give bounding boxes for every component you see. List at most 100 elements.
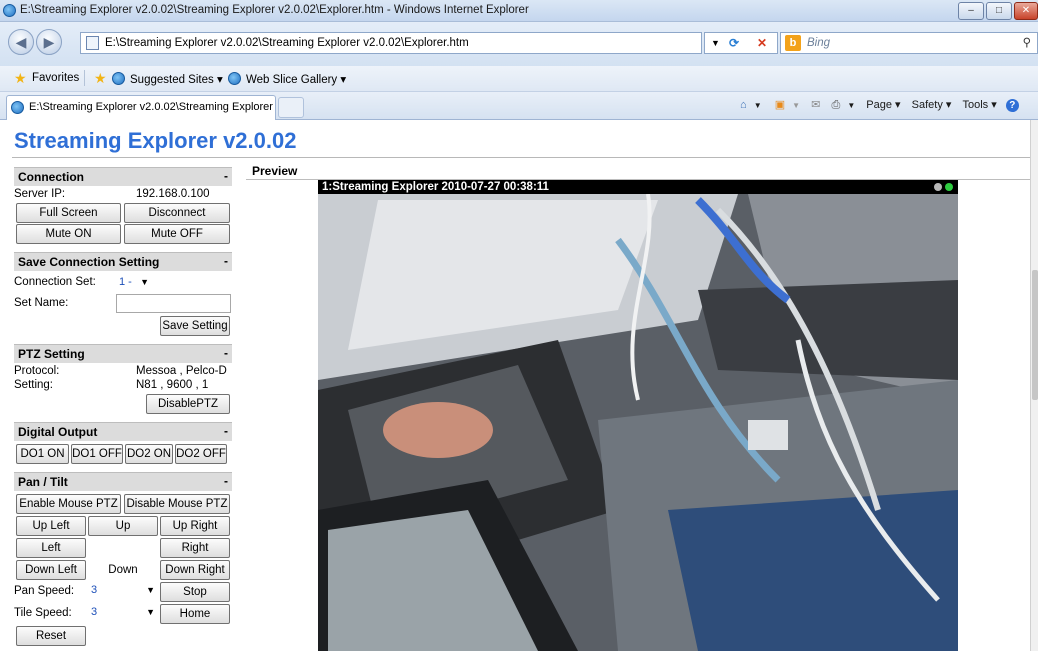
bing-logo-icon: b [785,35,801,51]
set-name-input[interactable] [116,294,231,313]
search-placeholder: Bing [807,37,831,49]
feeds-dropdown-icon[interactable]: ▼ [792,101,800,110]
mute-on-button[interactable]: Mute ON [16,224,121,244]
set-name-label: Set Name: [14,297,69,309]
left-button[interactable]: Left [16,538,86,558]
down-left-button[interactable]: Down Left [16,560,86,580]
minimize-button[interactable]: – [958,2,984,20]
disable-ptz-button[interactable]: DisablePTZ [146,394,230,414]
close-button[interactable]: ✕ [1014,2,1038,20]
server-ip-label: Server IP: [14,188,66,200]
save-connection-section-header: Save Connection Setting - [14,252,232,271]
camera-frame-image [318,180,958,651]
refresh-icon[interactable]: ⟳ [729,33,739,53]
favorites-bar: ★ Favorites ★ Suggested Sites ▾ Web Slic… [0,66,1038,92]
connection-set-value: 1 - [119,276,132,288]
section-title: Pan / Tilt [18,475,68,489]
collapse-button[interactable]: - [224,474,228,488]
collapse-button[interactable]: - [224,346,228,360]
video-caption-bar: 1:Streaming Explorer 2010-07-27 00:38:11 [318,180,958,194]
help-icon[interactable]: ? [1005,99,1019,112]
add-favorite-icon[interactable]: ★ [94,70,107,87]
video-caption: 1:Streaming Explorer 2010-07-27 00:38:11 [322,181,549,193]
search-box[interactable]: b Bing ⚲ [780,32,1038,54]
section-title: PTZ Setting [18,347,85,361]
setting-label: Setting: [14,379,53,391]
home-button[interactable]: Home [160,604,230,624]
web-slice-icon [228,72,241,85]
status-green-icon [945,183,953,191]
reset-button[interactable]: Reset [16,626,86,646]
mute-off-button[interactable]: Mute OFF [124,224,230,244]
mail-icon[interactable]: ✉ [811,99,820,111]
connection-set-select[interactable]: 1 - ▼ [116,275,152,292]
page-scrollbar[interactable] [1030,120,1038,651]
right-button[interactable]: Right [160,538,230,558]
favorites-star-icon: ★ [14,70,27,86]
suggested-sites-link[interactable]: Suggested Sites ▾ [130,72,223,86]
section-title: Save Connection Setting [18,255,160,269]
down-right-button[interactable]: Down Right [160,560,230,580]
tilt-speed-value: 3 [91,606,98,618]
pan-speed-select[interactable]: 3 ▼ [88,583,158,600]
collapse-button[interactable]: - [224,254,228,268]
do1-off-button[interactable]: DO1 OFF [71,444,123,464]
connection-section-header: Connection - [14,167,232,186]
home-dropdown-icon[interactable]: ▼ [754,101,762,110]
digital-output-section-header: Digital Output - [14,422,232,441]
browser-tab[interactable]: E:\Streaming Explorer v2.0.02\Streaming … [6,95,276,120]
tools-menu[interactable]: Tools ▾ [962,99,996,111]
forward-button[interactable]: ▶ [36,29,62,55]
suggested-sites-icon [112,72,125,85]
app-title: Streaming Explorer v2.0.02 [14,128,297,153]
maximize-button[interactable]: □ [986,2,1012,20]
scrollbar-thumb[interactable] [1032,270,1038,400]
print-dropdown-icon[interactable]: ▼ [847,101,855,110]
print-icon[interactable]: ⎙ [831,99,840,111]
section-title: Connection [18,170,84,184]
address-toolbar: ◀ ▶ E:\Streaming Explorer v2.0.02\Stream… [0,22,1038,66]
favorites-button[interactable]: Favorites [32,72,79,84]
stop-icon[interactable]: ✕ [757,33,767,53]
address-url: E:\Streaming Explorer v2.0.02\Streaming … [105,37,469,49]
do2-off-button[interactable]: DO2 OFF [175,444,227,464]
window-title-bar: E:\Streaming Explorer v2.0.02\Streaming … [0,0,1038,22]
up-right-button[interactable]: Up Right [160,516,230,536]
new-tab-button[interactable] [278,97,304,118]
disable-mouse-ptz-button[interactable]: Disable Mouse PTZ [124,494,230,514]
ptz-section-header: PTZ Setting - [14,344,232,363]
section-title: Digital Output [18,425,98,439]
save-setting-button[interactable]: Save Setting [160,316,230,336]
status-gray-icon [934,183,942,191]
tilt-speed-label: Tile Speed: [14,607,72,619]
collapse-button[interactable]: - [224,169,228,183]
collapse-button[interactable]: - [224,424,228,438]
dropdown-arrow-icon[interactable]: ▼ [711,33,720,53]
up-button[interactable]: Up [88,516,158,536]
tilt-speed-select[interactable]: 3 ▼ [88,605,158,622]
do1-on-button[interactable]: DO1 ON [16,444,69,464]
home-icon[interactable]: ⌂ [740,99,747,111]
do2-on-button[interactable]: DO2 ON [125,444,173,464]
title-divider [12,157,1030,158]
stop-button[interactable]: Stop [160,582,230,602]
web-slice-gallery-link[interactable]: Web Slice Gallery ▾ [246,72,346,86]
tab-label: E:\Streaming Explorer v2.0.02\Streaming … [29,101,276,113]
enable-mouse-ptz-button[interactable]: Enable Mouse PTZ [16,494,121,514]
disconnect-button[interactable]: Disconnect [124,203,230,223]
back-button[interactable]: ◀ [8,29,34,55]
full-screen-button[interactable]: Full Screen [16,203,121,223]
tab-ie-icon [11,101,24,114]
down-button[interactable]: Down [88,560,158,580]
up-left-button[interactable]: Up Left [16,516,86,536]
video-preview[interactable]: 1:Streaming Explorer 2010-07-27 00:38:11 [318,180,958,651]
preview-title: Preview [252,164,298,178]
search-icon[interactable]: ⚲ [1023,33,1031,53]
address-bar[interactable]: E:\Streaming Explorer v2.0.02\Streaming … [80,32,702,54]
feeds-icon[interactable]: ▣ [775,99,785,111]
preview-header: Preview [246,164,1030,180]
safety-menu[interactable]: Safety ▾ [912,99,952,111]
separator [84,70,85,86]
chevron-down-icon: ▼ [146,607,155,617]
page-menu[interactable]: Page ▾ [866,99,900,111]
